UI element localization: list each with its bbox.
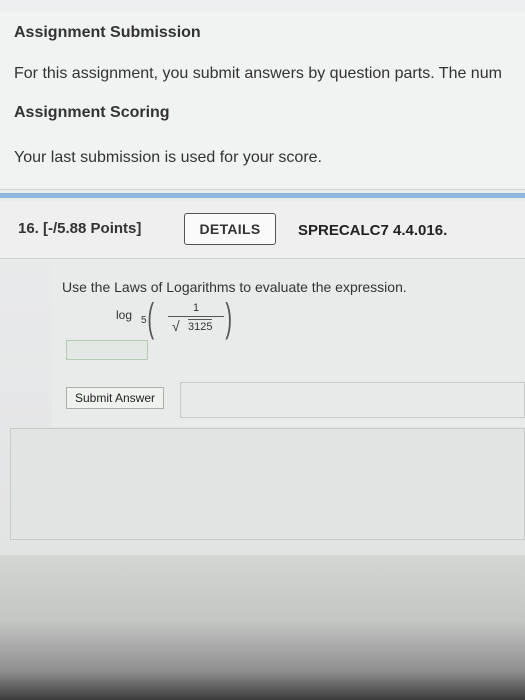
- details-button[interactable]: DETAILS: [184, 213, 276, 245]
- log-base: 5: [141, 315, 147, 326]
- log-function: log: [116, 308, 133, 322]
- fraction-bar: [168, 316, 224, 317]
- question-number-points: 16. [-/5.88 Points]: [18, 220, 142, 237]
- feedback-area: [180, 382, 525, 418]
- page-bottom-area: [0, 555, 525, 700]
- assignment-scoring-text: Your last submission is used for your sc…: [14, 149, 322, 166]
- question-code: SPRECALC7 4.4.016.: [298, 222, 448, 239]
- submit-answer-button[interactable]: Submit Answer: [66, 387, 164, 409]
- fraction-numerator: 1: [193, 302, 200, 314]
- screen: Assignment Submission For this assignmen…: [0, 0, 525, 700]
- assignment-scoring-heading: Assignment Scoring: [14, 104, 170, 121]
- right-paren: ): [225, 296, 232, 340]
- question-header: 16. [-/5.88 Points] DETAILS SPRECALC7 4.…: [0, 201, 525, 259]
- answer-input[interactable]: [66, 340, 148, 360]
- log-expression: log 5 ( 1 √ 3125 ): [116, 296, 236, 340]
- radicand: 3125: [188, 319, 213, 333]
- assignment-submission-text: For this assignment, you submit answers …: [14, 65, 502, 82]
- question-prompt: Use the Laws of Logarithms to evaluate t…: [62, 279, 407, 295]
- next-question-panel: [10, 428, 525, 540]
- section-divider: [0, 193, 525, 198]
- sqrt-icon: √: [172, 318, 180, 334]
- assignment-info-panel: Assignment Submission For this assignmen…: [0, 12, 525, 190]
- assignment-submission-heading: Assignment Submission: [14, 24, 201, 41]
- left-paren: (: [147, 296, 154, 340]
